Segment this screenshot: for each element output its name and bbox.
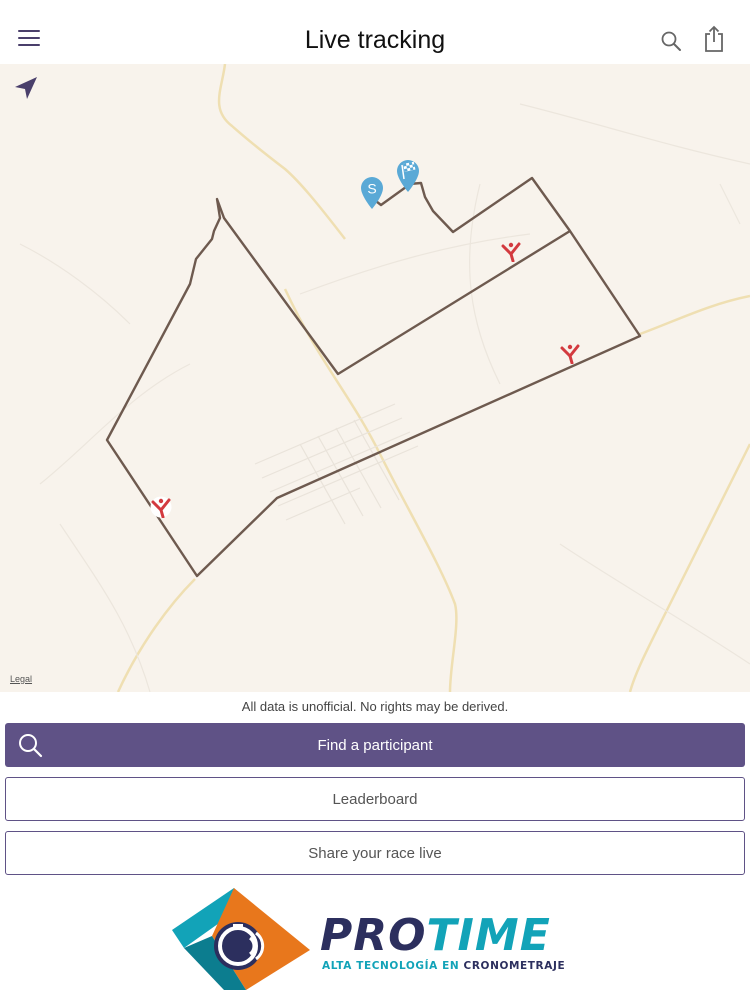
brand-name-part2: TIME xyxy=(426,910,551,961)
share-icon[interactable] xyxy=(703,25,725,53)
brand-name: PROTIME xyxy=(320,914,551,958)
road xyxy=(639,294,750,336)
top-nav-bar: Live tracking xyxy=(0,0,750,64)
find-participant-button[interactable]: Find a participant xyxy=(5,723,745,767)
road xyxy=(116,578,196,692)
search-icon[interactable] xyxy=(660,30,682,52)
map-legal-link[interactable]: Legal xyxy=(10,674,32,684)
protime-runner-icon[interactable] xyxy=(559,342,581,364)
brand-tagline-part1: ALTA TECNOLOGÍA EN xyxy=(322,960,460,972)
finish-pin[interactable] xyxy=(394,159,422,193)
start-pin[interactable]: S xyxy=(359,176,385,210)
disclaimer-text: All data is unofficial. No rights may be… xyxy=(241,699,509,714)
leaderboard-label: Leaderboard xyxy=(332,790,418,808)
share-race-button[interactable]: Share your race live xyxy=(5,831,745,875)
brand-name-part1: PRO xyxy=(320,910,427,961)
brand-tagline: ALTA TECNOLOGÍA EN CRONOMETRAJE xyxy=(322,960,565,972)
protime-runner-icon[interactable] xyxy=(500,240,522,262)
race-route xyxy=(105,176,642,578)
road xyxy=(217,64,346,240)
road xyxy=(628,443,750,692)
protime-logo-mark xyxy=(172,888,310,990)
location-arrow-icon[interactable] xyxy=(12,74,40,102)
search-icon xyxy=(19,734,43,758)
map-canvas[interactable] xyxy=(0,64,750,692)
race-map[interactable]: S Legal xyxy=(0,64,750,692)
find-participant-label: Find a participant xyxy=(317,736,433,754)
share-race-label: Share your race live xyxy=(308,844,442,862)
protime-logo: PROTIME ALTA TECNOLOGÍA EN CRONOMETRAJE xyxy=(172,886,582,992)
brand-tagline-part2: CRONOMETRAJE xyxy=(463,960,566,972)
page-title: Live tracking xyxy=(304,26,446,54)
protime-runner-icon[interactable] xyxy=(150,496,172,518)
start-pin-label: S xyxy=(367,181,376,197)
leaderboard-button[interactable]: Leaderboard xyxy=(5,777,745,821)
